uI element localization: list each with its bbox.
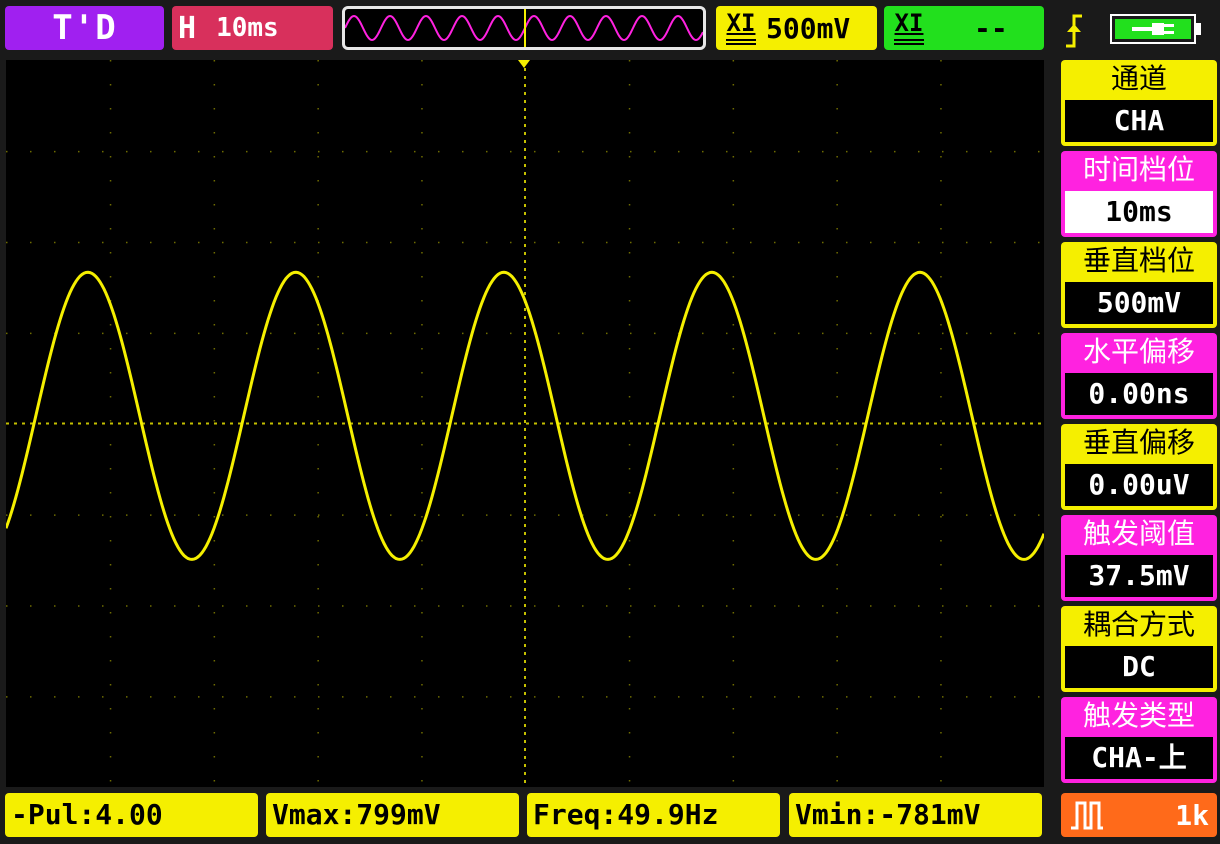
- channel-a-indicator[interactable]: XI 500mV: [716, 6, 877, 50]
- battery-icon: [1110, 14, 1201, 44]
- sidebar-item-label: 时间档位: [1082, 153, 1195, 186]
- vmin-measurement: Vmin:-781mV: [789, 793, 1042, 837]
- sample-rate-button[interactable]: 1k: [1061, 793, 1217, 837]
- sidebar-item-coupling[interactable]: 耦合方式 DC: [1061, 606, 1217, 692]
- sidebar-item-value: DC: [1065, 646, 1213, 688]
- sidebar-item-value: 0.00ns: [1065, 373, 1213, 415]
- channel-b-indicator[interactable]: XI --: [884, 6, 1044, 50]
- channel-b-icon: XI: [894, 11, 924, 45]
- square-wave-icon: [1071, 801, 1103, 830]
- channel-a-volts: 500mV: [766, 11, 851, 45]
- sidebar-item-value: 10ms: [1065, 191, 1213, 233]
- sidebar-item-value: 500mV: [1065, 282, 1213, 324]
- sidebar-item-horizontal-offset[interactable]: 水平偏移 0.00ns: [1061, 333, 1217, 419]
- vmax-measurement: Vmax:799mV: [266, 793, 519, 837]
- sidebar-item-label: 垂直偏移: [1082, 426, 1195, 459]
- sidebar-item-label: 水平偏移: [1082, 335, 1195, 368]
- overview-wave-icon: [345, 9, 703, 47]
- sample-rate-value: 1k: [1175, 798, 1209, 832]
- scope-display[interactable]: [6, 60, 1044, 787]
- sidebar-item-value: CHA: [1065, 100, 1213, 142]
- sidebar-item-label: 触发阈值: [1082, 517, 1195, 550]
- graticule: [6, 60, 1040, 782]
- sidebar-item-timebase[interactable]: 时间档位 10ms: [1061, 151, 1217, 237]
- timebase-value: 10ms: [216, 13, 279, 43]
- sidebar-item-value: 0.00uV: [1065, 464, 1213, 506]
- sidebar-item-trigger-type[interactable]: 触发类型 CHA-上: [1061, 697, 1217, 783]
- sidebar-item-label: 触发类型: [1082, 699, 1195, 732]
- sidebar-item-vertical-scale[interactable]: 垂直档位 500mV: [1061, 242, 1217, 328]
- trigger-position-marker[interactable]: [518, 60, 530, 68]
- sidebar-item-label: 垂直档位: [1082, 244, 1195, 277]
- mode-indicator[interactable]: T'D: [5, 6, 164, 50]
- sidebar-item-value: CHA-上: [1065, 737, 1213, 779]
- timebase-indicator[interactable]: H 10ms: [172, 6, 333, 50]
- sidebar-item-label: 耦合方式: [1082, 608, 1195, 641]
- sidebar-item-value: 37.5mV: [1065, 555, 1213, 597]
- sidebar-item-vertical-offset[interactable]: 垂直偏移 0.00uV: [1061, 424, 1217, 510]
- channel-b-volts: --: [974, 11, 1008, 45]
- horizontal-label: H: [178, 10, 197, 46]
- center-axes: [6, 68, 1044, 787]
- frequency-measurement: Freq:49.9Hz: [527, 793, 780, 837]
- sidebar-item-label: 通道: [1110, 62, 1167, 95]
- sidebar-item-channel[interactable]: 通道 CHA: [1061, 60, 1217, 146]
- channel-a-icon: XI: [726, 11, 756, 45]
- waveform-overview[interactable]: [342, 6, 706, 50]
- trigger-rising-edge-icon[interactable]: [1062, 10, 1086, 50]
- pulse-measurement: -Pul:4.00: [5, 793, 258, 837]
- sidebar-item-trigger-threshold[interactable]: 触发阈值 37.5mV: [1061, 515, 1217, 601]
